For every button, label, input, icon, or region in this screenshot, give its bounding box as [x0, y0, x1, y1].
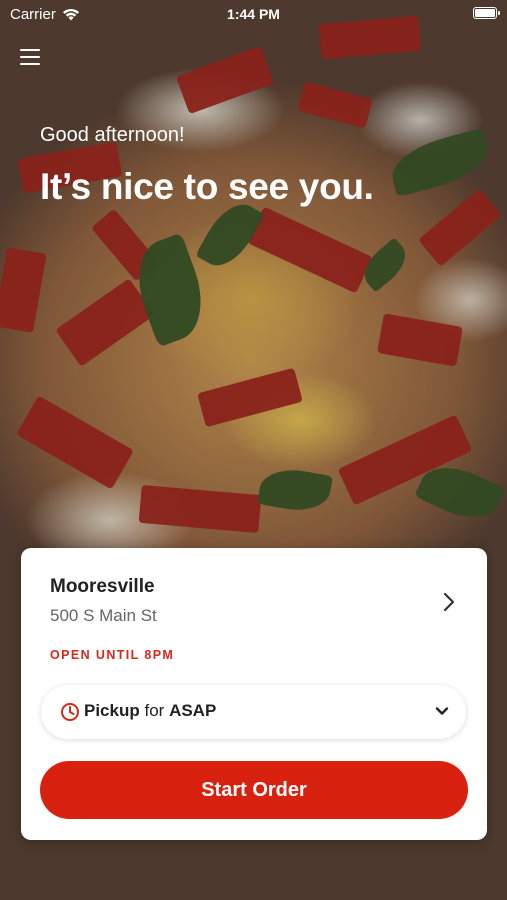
- hours-status: OPEN UNTIL 8PM: [50, 648, 175, 662]
- battery-icon: [473, 7, 500, 19]
- pickup-mode: Pickup: [84, 701, 140, 720]
- location-card: Mooresville 500 S Main St OPEN UNTIL 8PM…: [21, 548, 487, 840]
- hamburger-menu-icon[interactable]: [20, 49, 40, 67]
- chevron-right-icon[interactable]: [439, 590, 459, 614]
- chevron-down-icon: [435, 707, 449, 715]
- pickup-text: Pickup for ASAP: [84, 701, 216, 721]
- pickup-connector: for: [144, 701, 165, 720]
- start-order-button[interactable]: Start Order: [40, 761, 468, 819]
- pickup-time-selector[interactable]: Pickup for ASAP: [41, 685, 466, 739]
- pickup-time: ASAP: [169, 701, 217, 720]
- clock-icon: [61, 703, 79, 721]
- location-address: 500 S Main St: [50, 606, 157, 625]
- status-time: 1:44 PM: [227, 6, 280, 22]
- status-bar: Carrier 1:44 PM: [0, 0, 507, 28]
- location-name: Mooresville: [50, 576, 155, 597]
- greeting-text: Good afternoon!: [40, 124, 185, 146]
- headline-text: It’s nice to see you.: [40, 166, 374, 207]
